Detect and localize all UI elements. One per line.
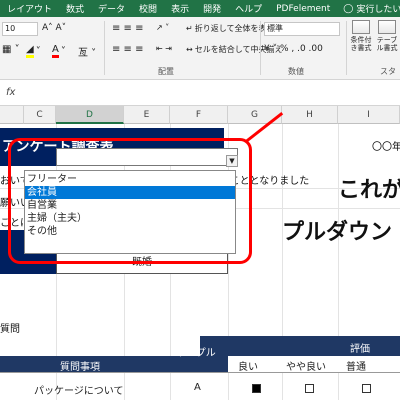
conditional-format-label: 条件付き書式 <box>350 36 372 52</box>
orientation-icon[interactable]: ↗ ˅ <box>156 23 169 32</box>
rating-header-cells: 良い やや良い 普通 <box>228 356 400 373</box>
conditional-format-icon <box>352 20 370 34</box>
group-separator <box>260 21 261 75</box>
number-format-select[interactable]: 標準 <box>264 22 340 36</box>
group-separator <box>104 21 105 75</box>
evaluation-label: 評価 <box>350 344 370 355</box>
callout-text-1: これが <box>338 178 400 203</box>
column-header-c[interactable]: C <box>24 106 56 124</box>
tab-pdfelement[interactable]: PDFelement <box>269 4 337 14</box>
align-top-icon[interactable]: ≡ ≡ ≡ <box>112 23 144 34</box>
table-format-icon <box>378 20 396 34</box>
table-format-label: テーブル書式 <box>376 36 398 52</box>
checkbox-normal[interactable] <box>362 384 371 393</box>
column-header-d[interactable]: D <box>56 106 124 124</box>
question-header: 質問事項 <box>60 362 100 373</box>
column-header-e[interactable]: E <box>124 106 170 124</box>
currency-icon[interactable]: ¥ ˅ % , .0 .00 <box>264 44 323 54</box>
font-color-icon[interactable]: A ˅ <box>52 44 66 58</box>
font-size-select[interactable]: 10 <box>2 22 38 36</box>
fairly-good-header: やや良い <box>286 362 326 373</box>
formula-bar[interactable]: fx <box>0 80 400 106</box>
tab-view[interactable]: 表示 <box>164 2 196 15</box>
ribbon-tab-bar: レイアウト 数式 データ 校閲 表示 開発 ヘルプ PDFelement ◯ 実… <box>0 0 400 17</box>
tab-layout[interactable]: レイアウト <box>0 2 59 15</box>
number-group-label: 数値 <box>288 67 304 76</box>
package-question: パッケージについて <box>34 386 124 397</box>
function-icon[interactable]: fx <box>6 87 15 98</box>
tab-review[interactable]: 校閲 <box>132 2 164 15</box>
merge-center-icon: ↔ <box>186 45 193 54</box>
sample-value: A <box>194 382 201 393</box>
tab-data[interactable]: データ <box>91 2 132 15</box>
borders-icon[interactable]: ▦ ˅ <box>2 44 20 55</box>
sample-header: サンプル <box>176 348 216 359</box>
indent-icon[interactable]: ⇤ ⇥ <box>156 44 172 53</box>
table-format-button[interactable]: テーブル書式 <box>374 20 400 52</box>
good-header: 良い <box>238 362 258 373</box>
group-separator <box>346 21 347 75</box>
checkbox-good[interactable] <box>252 384 261 393</box>
evaluation-header: 評価 <box>200 336 400 356</box>
callout-text-2: プルダウン <box>282 220 393 245</box>
wrap-text-icon: ↵ <box>186 24 193 33</box>
column-header-i[interactable]: I <box>338 106 400 124</box>
conditional-format-button[interactable]: 条件付き書式 <box>348 20 374 52</box>
normal-header: 普通 <box>346 362 366 373</box>
column-header-corner[interactable] <box>0 106 24 124</box>
alignment-group-label: 配置 <box>158 67 174 76</box>
checkbox-fairly-good[interactable] <box>305 384 314 393</box>
tab-formulas[interactable]: 数式 <box>59 2 91 15</box>
tell-me-box[interactable]: ◯ 実行したい作業を入力してくださ <box>343 2 400 16</box>
fill-color-icon[interactable]: ◢ ˅ <box>26 44 41 58</box>
tab-help[interactable]: ヘルプ <box>228 2 269 15</box>
grid-line <box>0 372 400 373</box>
red-annotation-frame <box>8 138 252 264</box>
styles-group-label: スタ <box>380 67 396 76</box>
column-header-f[interactable]: F <box>170 106 228 124</box>
lightbulb-icon: ◯ <box>343 3 354 14</box>
tell-me-text: 実行したい作業を入力してくださ <box>356 5 400 15</box>
column-header-h[interactable]: H <box>282 106 338 124</box>
partial-question-label: 質問 <box>0 324 20 335</box>
date-text: 〇〇年 <box>372 142 400 153</box>
tab-developer[interactable]: 開発 <box>196 2 228 15</box>
font-grow-icon[interactable]: A˄ A˅ <box>42 23 66 33</box>
ribbon: 10 A˄ A˅ ▦ ˅ ◢ ˅ A ˅ 亙 ˅ ≡ ≡ ≡ ≡ ≡ ≡ ↗ ˅… <box>0 17 400 80</box>
align-left-icon[interactable]: ≡ ≡ ≡ <box>112 44 144 55</box>
phonetic-icon[interactable]: 亙 ˅ <box>78 44 96 59</box>
